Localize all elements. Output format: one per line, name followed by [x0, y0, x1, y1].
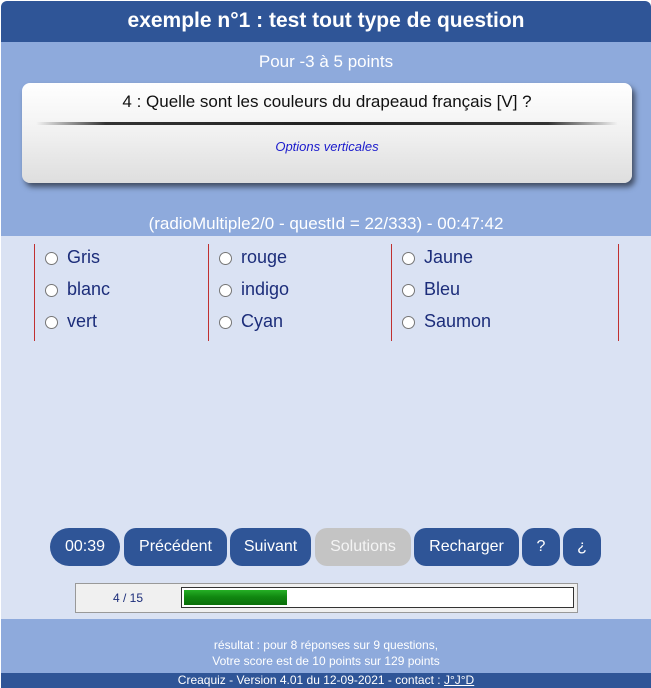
answer-column-1: Gris blanc vert: [34, 244, 208, 341]
next-button[interactable]: Suivant: [230, 528, 311, 566]
question-divider: [36, 122, 618, 125]
answer-option-indigo[interactable]: indigo: [219, 276, 289, 302]
result-line-1: résultat : pour 8 réponses sur 9 questio…: [213, 638, 439, 652]
answer-label: Gris: [67, 246, 100, 267]
result-panel: résultat : pour 8 réponses sur 9 questio…: [1, 619, 651, 673]
version-bar: Creaquiz - Version 4.01 du 12-09-2021 - …: [1, 673, 651, 688]
answer-label: Bleu: [424, 278, 461, 299]
answer-label: Saumon: [424, 310, 492, 331]
radio-button[interactable]: [45, 283, 58, 297]
progress-label: 4 / 15: [112, 591, 144, 605]
timer-button[interactable]: 00:39: [50, 528, 120, 566]
radio-button[interactable]: [402, 315, 415, 329]
solutions-button[interactable]: Solutions: [315, 528, 411, 566]
question-option-note: Options verticales: [275, 139, 379, 154]
answer-label: rouge: [241, 246, 288, 267]
answer-option-gris[interactable]: Gris: [45, 244, 100, 270]
answer-label: vert: [67, 310, 98, 331]
progress-bar-fill: [184, 590, 287, 605]
about-button[interactable]: ¿: [563, 528, 601, 566]
question-info: (radioMultiple2/0 - questId = 22/333) - …: [148, 214, 504, 233]
answer-column-3: Jaune Bleu Saumon: [391, 244, 619, 341]
answer-column-2: rouge indigo Cyan: [208, 244, 391, 341]
answer-option-bleu[interactable]: Bleu: [402, 276, 460, 302]
progress-bar: [181, 587, 574, 608]
radio-button[interactable]: [219, 251, 232, 265]
radio-button[interactable]: [219, 315, 232, 329]
result-line-2: Votre score est de 10 points sur 129 poi…: [212, 654, 440, 668]
answer-option-saumon[interactable]: Saumon: [402, 308, 491, 334]
answer-label: Jaune: [424, 246, 474, 267]
answer-label: indigo: [241, 278, 290, 299]
quiz-title: exemple n°1 : test tout type de question: [1, 1, 651, 42]
points-range: Pour -3 à 5 points: [258, 52, 394, 71]
version-text: Creaquiz - Version 4.01 du 12-09-2021 - …: [177, 673, 441, 687]
previous-button[interactable]: Précédent: [124, 528, 227, 566]
answer-option-blanc[interactable]: blanc: [45, 276, 110, 302]
radio-button[interactable]: [402, 283, 415, 297]
radio-button[interactable]: [402, 251, 415, 265]
radio-button[interactable]: [45, 315, 58, 329]
answer-label: Cyan: [241, 310, 284, 331]
answer-label: blanc: [67, 278, 111, 299]
radio-button[interactable]: [45, 251, 58, 265]
answer-option-jaune[interactable]: Jaune: [402, 244, 473, 270]
question-card: 4 : Quelle sont les couleurs du drapeaud…: [22, 83, 632, 183]
answers-panel: Gris blanc vert rouge indigo Cyan Jaune: [1, 236, 651, 619]
contact-link[interactable]: J°J°D: [444, 673, 474, 687]
answer-option-vert[interactable]: vert: [45, 308, 97, 334]
radio-button[interactable]: [219, 283, 232, 297]
help-button[interactable]: ?: [522, 528, 560, 566]
question-text: 4 : Quelle sont les couleurs du drapeaud…: [122, 92, 532, 111]
answer-option-rouge[interactable]: rouge: [219, 244, 287, 270]
reload-button[interactable]: Recharger: [414, 528, 519, 566]
answer-option-cyan[interactable]: Cyan: [219, 308, 283, 334]
question-panel: Pour -3 à 5 points 4 : Quelle sont les c…: [1, 42, 651, 236]
progress-panel: 4 / 15: [75, 583, 578, 613]
